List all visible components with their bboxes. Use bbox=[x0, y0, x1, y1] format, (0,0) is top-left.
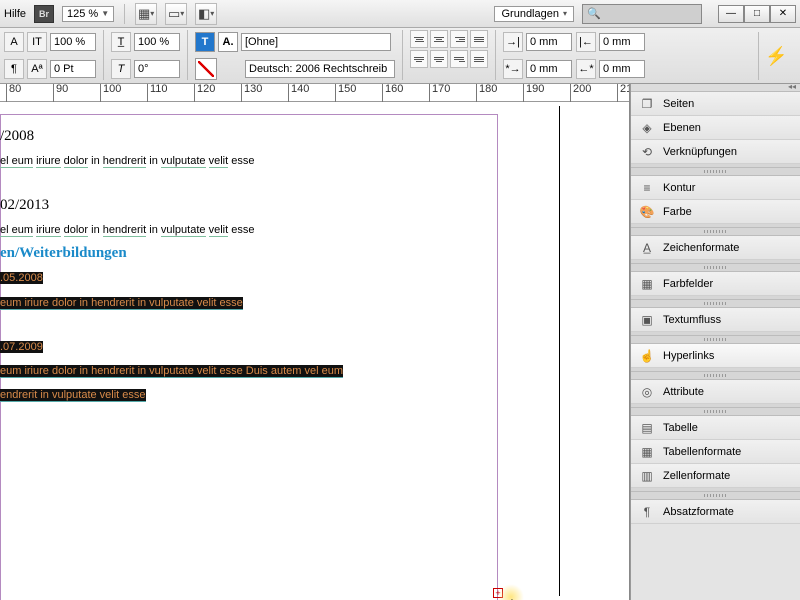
align-buttons bbox=[410, 30, 488, 68]
panel-seiten[interactable]: ❐Seiten bbox=[631, 92, 800, 116]
section-heading: en/Weiterbildungen bbox=[0, 243, 559, 263]
skew-field[interactable]: 0° bbox=[134, 60, 180, 78]
menubar: Hilfe Br 125 %▼ ▦▾ ▭▾ ◧▾ Grundlagen▾ 🔍 —… bbox=[0, 0, 800, 28]
panel-verknuepfungen[interactable]: ⟲Verknüpfungen bbox=[631, 140, 800, 164]
panel-tabellenformate[interactable]: ▦Tabellenformate bbox=[631, 440, 800, 464]
menu-help[interactable]: Hilfe bbox=[4, 8, 26, 20]
char-icon[interactable]: A bbox=[4, 32, 24, 52]
indent-first-field[interactable]: 0 mm bbox=[526, 60, 572, 78]
skew-icon: T bbox=[111, 59, 131, 79]
justify-right-button[interactable] bbox=[450, 50, 468, 68]
align-justify-button[interactable] bbox=[470, 30, 488, 48]
body-text: el eum iriure dolor in hendrerit in vulp… bbox=[0, 150, 559, 170]
baseline-field[interactable]: 0 Pt bbox=[50, 60, 96, 78]
justify-all-button[interactable] bbox=[470, 50, 488, 68]
minimize-button[interactable]: — bbox=[718, 5, 744, 23]
char-style-field[interactable]: [Ohne] bbox=[241, 33, 391, 51]
control-bar: A IT 100 % ¶ Aª 0 Pt T̲ 100 % T 0° T A. … bbox=[0, 28, 800, 84]
color-icon: 🎨 bbox=[639, 204, 655, 220]
chevron-down-icon: ▾ bbox=[563, 9, 567, 18]
screen-mode-button[interactable]: ▦▾ bbox=[135, 3, 157, 25]
window-controls: — □ ✕ bbox=[718, 5, 796, 23]
highlighted-text: .07.2009 bbox=[0, 336, 559, 356]
view-options-button[interactable]: ◧▾ bbox=[195, 3, 217, 25]
indent-left-icon: →| bbox=[503, 32, 523, 52]
text-cursor-icon: I bbox=[510, 596, 514, 600]
fill-color-button[interactable]: T bbox=[195, 32, 215, 52]
workspace-select[interactable]: Grundlagen▾ bbox=[494, 6, 574, 22]
indent-right-field[interactable]: 0 mm bbox=[599, 33, 645, 51]
panel-zellenformate[interactable]: ▥Zellenformate bbox=[631, 464, 800, 488]
layers-icon: ◈ bbox=[639, 120, 655, 136]
justify-left-button[interactable] bbox=[410, 50, 428, 68]
cellstyles-icon: ▥ bbox=[639, 468, 655, 484]
panel-ebenen[interactable]: ◈Ebenen bbox=[631, 116, 800, 140]
baseline-icon: Aª bbox=[27, 59, 47, 79]
search-input[interactable]: 🔍 bbox=[582, 4, 702, 24]
document-canvas[interactable]: 80 90 100 110 120 130 140 150 160 170 18… bbox=[0, 84, 630, 600]
panel-tabelle[interactable]: ▤Tabelle bbox=[631, 416, 800, 440]
no-fill-icon[interactable] bbox=[195, 58, 217, 80]
maximize-button[interactable]: □ bbox=[744, 5, 770, 23]
vscale-icon: IT bbox=[27, 32, 47, 52]
stroke-icon: ≡ bbox=[639, 180, 655, 196]
arrange-button[interactable]: ▭▾ bbox=[165, 3, 187, 25]
panel-zeichenformate[interactable]: A̲Zeichenformate bbox=[631, 236, 800, 260]
bridge-button[interactable]: Br bbox=[34, 5, 54, 23]
panel-textumfluss[interactable]: ▣Textumfluss bbox=[631, 308, 800, 332]
charstyles-icon: A̲ bbox=[639, 240, 655, 256]
date-text: 02/2013 bbox=[0, 195, 559, 215]
indent-last-field[interactable]: 0 mm bbox=[599, 60, 645, 78]
indent-first-icon: *→ bbox=[503, 59, 523, 79]
date-text: /2008 bbox=[0, 126, 559, 146]
zoom-select[interactable]: 125 %▼ bbox=[62, 6, 114, 22]
vscale-field[interactable]: 100 % bbox=[50, 33, 96, 51]
indent-right-icon: |← bbox=[576, 32, 596, 52]
chevron-down-icon: ▼ bbox=[101, 9, 109, 18]
panel-absatzformate[interactable]: ¶Absatzformate bbox=[631, 500, 800, 524]
align-left-button[interactable] bbox=[410, 30, 428, 48]
close-button[interactable]: ✕ bbox=[770, 5, 796, 23]
highlighted-text: .05.2008 bbox=[0, 267, 559, 287]
body-text: el eum iriure dolor in hendrerit in vulp… bbox=[0, 219, 559, 239]
parastyles-icon: ¶ bbox=[639, 504, 655, 520]
highlighted-text: endrerit in vulputate velit esse bbox=[0, 384, 559, 404]
highlighted-text: eum iriure dolor in hendrerit in vulputa… bbox=[0, 292, 559, 312]
hscale-field[interactable]: 100 % bbox=[134, 33, 180, 51]
para-icon[interactable]: ¶ bbox=[4, 59, 24, 79]
quick-apply-button[interactable]: ⚡ bbox=[758, 32, 794, 80]
indent-last-icon: ←* bbox=[576, 59, 596, 79]
justify-center-button[interactable] bbox=[430, 50, 448, 68]
align-right-button[interactable] bbox=[450, 30, 468, 48]
swatches-icon: ▦ bbox=[639, 276, 655, 292]
stroke-color-button[interactable]: A. bbox=[218, 32, 238, 52]
horizontal-ruler: 80 90 100 110 120 130 140 150 160 170 18… bbox=[0, 84, 629, 102]
separator bbox=[124, 4, 125, 24]
textwrap-icon: ▣ bbox=[639, 312, 655, 328]
links-icon: ⟲ bbox=[639, 144, 655, 160]
document-text[interactable]: /2008 el eum iriure dolor in hendrerit i… bbox=[0, 122, 559, 409]
panel-farbfelder[interactable]: ▦Farbfelder bbox=[631, 272, 800, 296]
hyperlinks-icon: ☝ bbox=[639, 348, 655, 364]
hscale-icon: T̲ bbox=[111, 32, 131, 52]
panel-kontur[interactable]: ≡Kontur bbox=[631, 176, 800, 200]
panel-attribute[interactable]: ◎Attribute bbox=[631, 380, 800, 404]
panel-farbe[interactable]: 🎨Farbe bbox=[631, 200, 800, 224]
search-icon: 🔍 bbox=[587, 7, 601, 20]
panel-hyperlinks[interactable]: ☝Hyperlinks bbox=[631, 344, 800, 368]
indent-left-field[interactable]: 0 mm bbox=[526, 33, 572, 51]
pages-icon: ❐ bbox=[639, 96, 655, 112]
language-field[interactable]: Deutsch: 2006 Rechtschreib bbox=[245, 60, 395, 78]
align-center-button[interactable] bbox=[430, 30, 448, 48]
tablestyles-icon: ▦ bbox=[639, 444, 655, 460]
panel-collapse-button[interactable] bbox=[631, 84, 800, 92]
attributes-icon: ◎ bbox=[639, 384, 655, 400]
table-icon: ▤ bbox=[639, 420, 655, 436]
panel-dock: ❐Seiten ◈Ebenen ⟲Verknüpfungen ≡Kontur 🎨… bbox=[630, 84, 800, 600]
highlighted-text: eum iriure dolor in hendrerit in vulputa… bbox=[0, 360, 559, 380]
